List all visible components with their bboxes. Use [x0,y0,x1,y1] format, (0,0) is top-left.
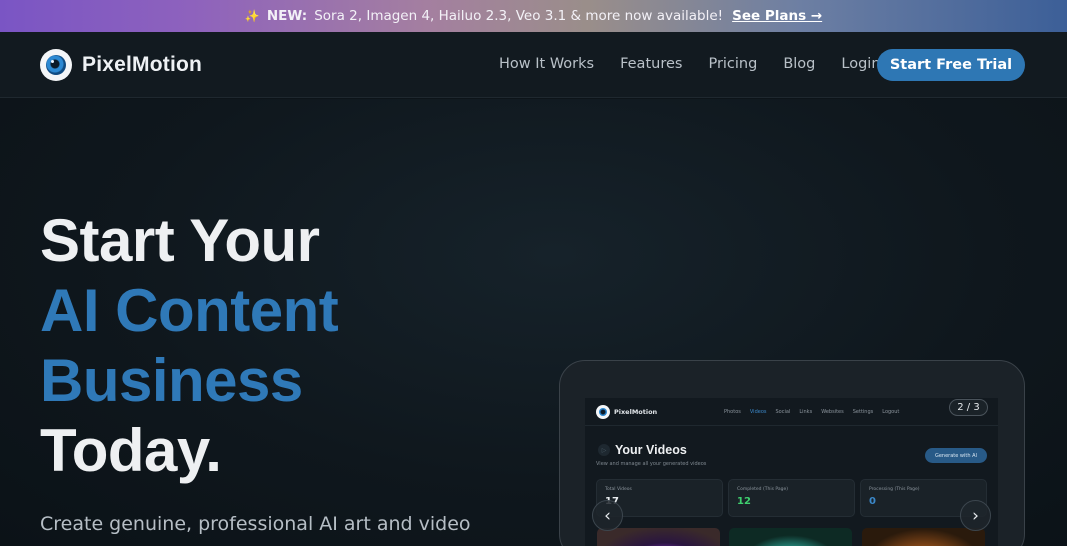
mockup-link-websites: Websites [821,409,844,415]
stat-label: Processing (This Page) [869,487,920,492]
stat-label: Completed (This Page) [737,487,789,492]
nav-link-login[interactable]: Login [841,56,880,72]
hero-subtitle: Create genuine, professional AI art and … [40,513,471,535]
chevron-right-icon: › [972,505,979,526]
hero-title-line-1: Start Your [40,207,320,274]
announcement-text: Sora 2, Imagen 4, Hailuo 2.3, Veo 3.1 & … [314,8,724,24]
stat-value: 0 [869,496,876,507]
eye-logo-icon [40,49,72,81]
carousel-page-indicator: 2 / 3 [949,399,988,416]
stat-value: 12 [737,496,751,507]
mockup-link-settings: Settings [852,409,874,415]
announcement-badge: NEW: [266,8,308,24]
mockup-link-logout: Logout [882,409,900,415]
mockup-link-photos: Photos [724,409,741,415]
mockup-nav: PixelMotion Photos Videos Social Links W… [585,398,998,426]
top-nav: PixelMotion How It Works Features Pricin… [0,32,1067,98]
mockup-link-links: Links [799,409,813,415]
video-thumbnail [729,528,852,546]
stat-label: Total Videos [605,487,632,492]
brand-logo-link[interactable]: PixelMotion [40,49,202,81]
nav-link-features[interactable]: Features [620,56,682,72]
nav-link-pricing[interactable]: Pricing [708,56,757,72]
stat-card-completed: Completed (This Page) 12 [728,479,855,517]
play-icon: ▷ [598,444,610,456]
brand-name: PixelMotion [82,53,203,76]
sparkle-icon: ✨ [244,9,260,23]
video-thumbnail [862,528,985,546]
chevron-left-icon: ‹ [604,505,611,526]
nav-link-blog[interactable]: Blog [783,56,815,72]
hero-title: Start Your AI Content Business Today. [40,206,339,486]
announcement-bar: ✨ NEW: Sora 2, Imagen 4, Hailuo 2.3, Veo… [0,0,1067,32]
mockup-link-videos: Videos [749,409,767,415]
mockup-generate-button: Generate with AI [925,448,987,463]
nav-links: How It Works Features Pricing Blog Login [499,56,907,72]
hero-title-line-4: Today. [40,417,222,484]
nav-link-how-it-works[interactable]: How It Works [499,56,594,72]
mockup-eye-logo-icon [596,405,610,419]
mockup-link-social: Social [775,409,791,415]
start-free-trial-button[interactable]: Start Free Trial [877,49,1025,81]
mockup-screen: PixelMotion Photos Videos Social Links W… [585,398,998,546]
video-thumbnail [597,528,720,546]
mockup-description: View and manage all your generated video… [596,461,707,467]
mockup-title: Your Videos [615,443,687,457]
see-plans-link[interactable]: See Plans → [732,8,822,24]
carousel-next-button[interactable]: › [960,500,991,531]
hero-title-line-2: AI Content [40,277,339,344]
mockup-brand: PixelMotion [614,408,658,416]
mockup-nav-links: Photos Videos Social Links Websites Sett… [724,409,899,415]
hero-title-line-3: Business [40,347,303,414]
carousel-prev-button[interactable]: ‹ [592,500,623,531]
